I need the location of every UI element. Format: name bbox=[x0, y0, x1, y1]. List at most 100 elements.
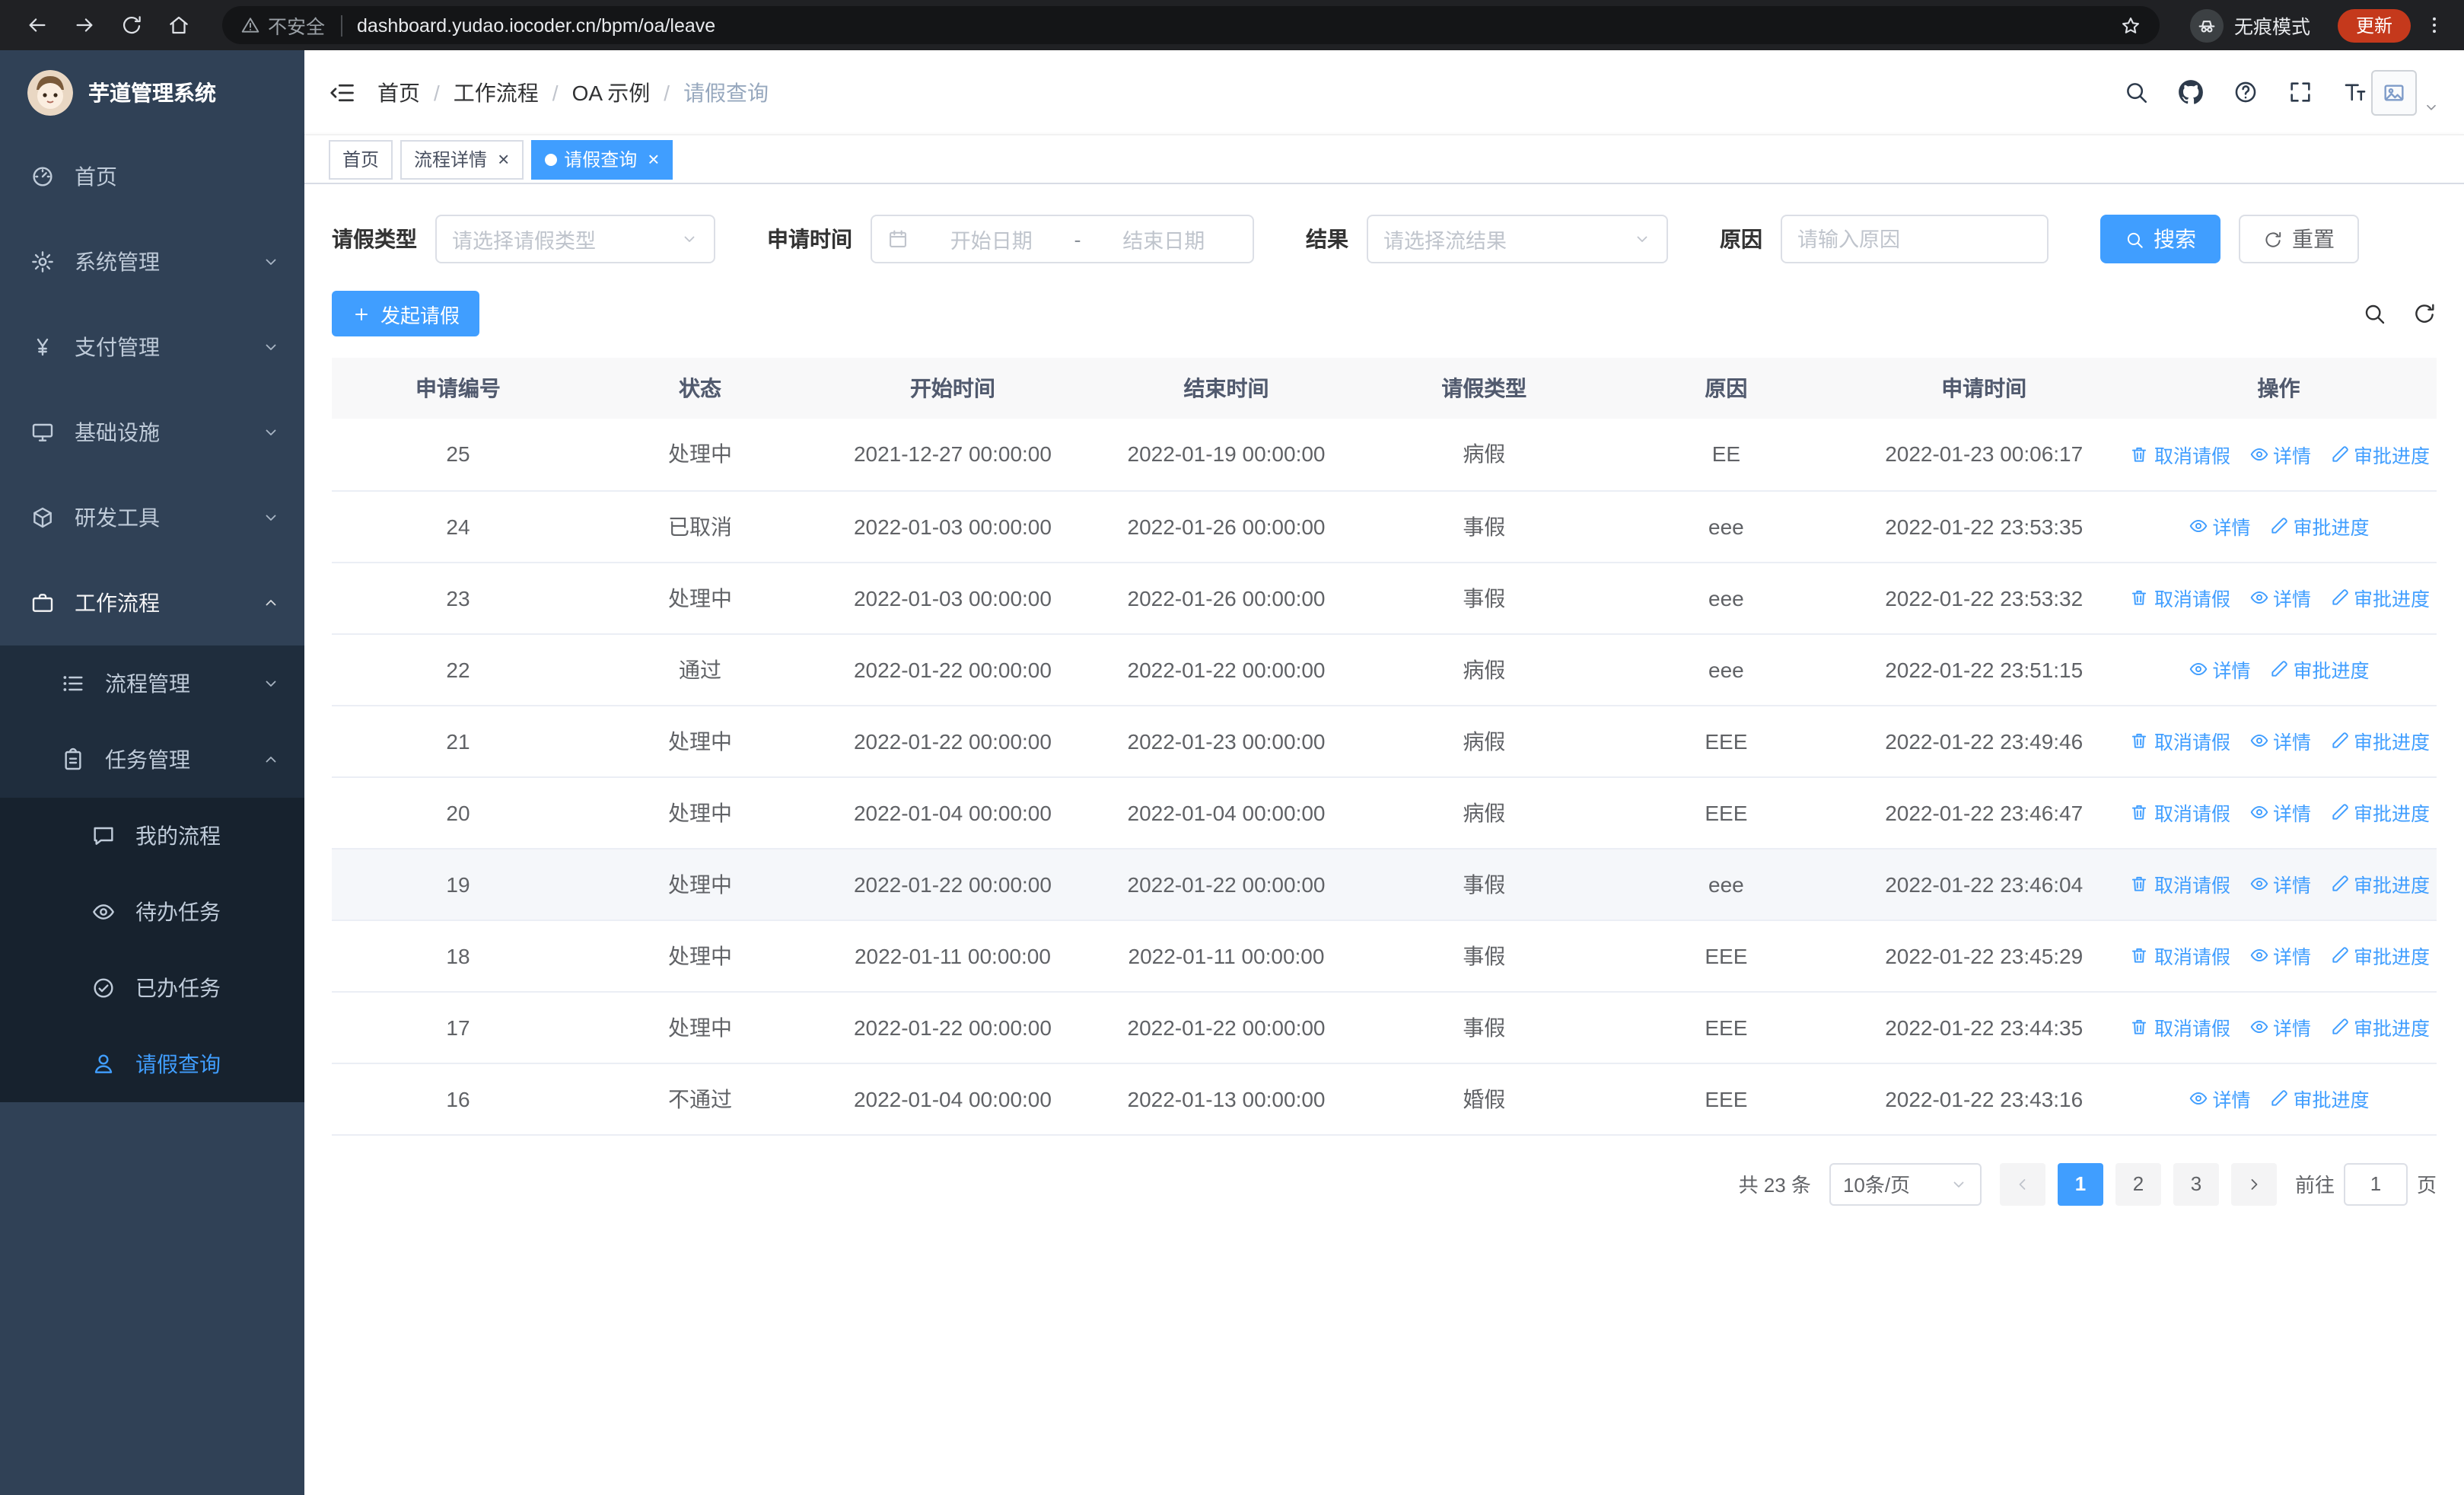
cell-status: 处理中 bbox=[584, 705, 817, 777]
breadcrumb-item[interactable]: 首页 bbox=[377, 77, 420, 107]
sidebar-item-payment[interactable]: 支付管理 bbox=[0, 304, 304, 390]
sidebar-item-devtools[interactable]: 研发工具 bbox=[0, 475, 304, 560]
app-logo[interactable]: 芋道管理系统 bbox=[0, 50, 304, 134]
cancel-action[interactable]: 取消请假 bbox=[2130, 869, 2230, 898]
table-refresh-button[interactable] bbox=[2412, 301, 2437, 326]
sidebar-item-my-process[interactable]: 我的流程 bbox=[0, 798, 304, 874]
cancel-action[interactable]: 取消请假 bbox=[2130, 798, 2230, 827]
tab-close-icon[interactable]: × bbox=[498, 149, 509, 169]
create-leave-button[interactable]: 发起请假 bbox=[332, 291, 480, 336]
cell-actions: 取消请假 详情 审批进度 bbox=[2120, 776, 2437, 849]
progress-action[interactable]: 审批进度 bbox=[2329, 941, 2430, 970]
cancel-action[interactable]: 取消请假 bbox=[2130, 440, 2230, 469]
page-size-value: 10条/页 bbox=[1842, 1174, 1911, 1197]
detail-action[interactable]: 详情 bbox=[2188, 1084, 2250, 1113]
user-avatar-menu[interactable] bbox=[2371, 69, 2440, 115]
security-status[interactable]: 不安全 bbox=[240, 11, 325, 40]
detail-action[interactable]: 详情 bbox=[2188, 655, 2250, 684]
browser-update-button[interactable]: 更新 bbox=[2337, 8, 2411, 42]
github-icon[interactable] bbox=[2178, 79, 2204, 105]
detail-action[interactable]: 详情 bbox=[2188, 512, 2250, 540]
apply-time-range-picker[interactable]: 开始日期 - 结束日期 bbox=[871, 215, 1254, 263]
question-icon[interactable] bbox=[2233, 79, 2259, 105]
reset-button-label: 重置 bbox=[2292, 227, 2335, 251]
cancel-action[interactable]: 取消请假 bbox=[2130, 1012, 2230, 1041]
screen: 不安全 dashboard.yudao.iocoder.cn/bpm/oa/le… bbox=[0, 0, 2464, 1495]
progress-action[interactable]: 审批进度 bbox=[2268, 655, 2370, 684]
fullscreen-icon[interactable] bbox=[2287, 79, 2313, 105]
gear-icon bbox=[30, 250, 55, 274]
page-number-3[interactable]: 3 bbox=[2173, 1162, 2219, 1205]
refresh-icon bbox=[2263, 229, 2283, 249]
detail-action[interactable]: 详情 bbox=[2249, 798, 2311, 827]
sidebar-item-workflow[interactable]: 工作流程 bbox=[0, 560, 304, 645]
tab-home[interactable]: 首页 bbox=[329, 139, 393, 179]
detail-action[interactable]: 详情 bbox=[2249, 869, 2311, 898]
bookmark-star-icon[interactable] bbox=[2120, 14, 2141, 36]
detail-action[interactable]: 详情 bbox=[2249, 726, 2311, 755]
search-icon[interactable] bbox=[2123, 79, 2149, 105]
cell-apply_time: 2022-01-22 23:53:35 bbox=[1847, 490, 2121, 563]
progress-action[interactable]: 审批进度 bbox=[2329, 583, 2430, 612]
sidebar-item-label: 研发工具 bbox=[75, 505, 160, 530]
tab-close-icon[interactable]: × bbox=[648, 149, 659, 169]
font-size-icon[interactable] bbox=[2342, 79, 2368, 105]
sidebar-item-todo-task[interactable]: 待办任务 bbox=[0, 874, 304, 950]
table-search-button[interactable] bbox=[2362, 301, 2386, 326]
result-select[interactable]: 请选择流结果 bbox=[1367, 215, 1668, 263]
page-size-select[interactable]: 10条/页 bbox=[1829, 1162, 1982, 1205]
cell-status: 处理中 bbox=[584, 920, 817, 992]
progress-action[interactable]: 审批进度 bbox=[2329, 798, 2430, 827]
cancel-action[interactable]: 取消请假 bbox=[2130, 583, 2230, 612]
cell-apply_time: 2022-01-22 23:46:04 bbox=[1847, 848, 2121, 920]
tab-leave-query[interactable]: 请假查询 × bbox=[530, 139, 673, 179]
browser-home-button[interactable] bbox=[160, 7, 196, 43]
reset-button[interactable]: 重置 bbox=[2239, 215, 2359, 263]
progress-action[interactable]: 审批进度 bbox=[2268, 1084, 2370, 1113]
tab-label: 请假查询 bbox=[564, 149, 638, 171]
detail-action[interactable]: 详情 bbox=[2249, 1012, 2311, 1041]
page-number-1[interactable]: 1 bbox=[2057, 1162, 2103, 1205]
cancel-action[interactable]: 取消请假 bbox=[2130, 941, 2230, 970]
browser-back-button[interactable] bbox=[18, 7, 55, 43]
browser-menu-icon[interactable] bbox=[2423, 14, 2446, 37]
sidebar-item-done-task[interactable]: 已办任务 bbox=[0, 950, 304, 1026]
reason-input[interactable] bbox=[1797, 228, 2032, 250]
filter-reason: 原因 bbox=[1720, 215, 2049, 263]
sidebar-item-leave-query[interactable]: 请假查询 bbox=[0, 1026, 304, 1102]
detail-action[interactable]: 详情 bbox=[2249, 583, 2311, 612]
table-row: 20 处理中 2022-01-04 00:00:00 2022-01-04 00:00… bbox=[332, 776, 2437, 849]
progress-action[interactable]: 审批进度 bbox=[2268, 512, 2370, 540]
progress-action-label: 审批进度 bbox=[2354, 732, 2431, 754]
sidebar-item-label: 首页 bbox=[75, 164, 117, 189]
search-button[interactable]: 搜索 bbox=[2100, 215, 2220, 263]
progress-action[interactable]: 审批进度 bbox=[2329, 1012, 2430, 1041]
cancel-action[interactable]: 取消请假 bbox=[2130, 726, 2230, 755]
browser-chrome: 不安全 dashboard.yudao.iocoder.cn/bpm/oa/le… bbox=[0, 0, 2464, 50]
browser-reload-button[interactable] bbox=[113, 7, 149, 43]
tab-process-detail[interactable]: 流程详情 × bbox=[400, 139, 524, 179]
page-content: 请假类型 请选择请假类型 申请时间 开始日期 - 结束日期 结果 请选择流结果 … bbox=[304, 184, 2464, 1495]
sidebar-item-infra[interactable]: 基础设施 bbox=[0, 390, 304, 475]
sidebar-toggle-button[interactable] bbox=[329, 78, 356, 106]
prev-page-button[interactable] bbox=[1999, 1162, 2045, 1205]
leave-type-select[interactable]: 请选择请假类型 bbox=[435, 215, 715, 263]
sidebar-item-task-mgmt[interactable]: 任务管理 bbox=[0, 722, 304, 798]
column-header: 申请时间 bbox=[1847, 358, 2121, 419]
page-number-2[interactable]: 2 bbox=[2115, 1162, 2161, 1205]
detail-action[interactable]: 详情 bbox=[2249, 941, 2311, 970]
breadcrumb-item[interactable]: 工作流程 bbox=[454, 77, 539, 107]
cell-apply_time: 2022-01-22 23:43:16 bbox=[1847, 1063, 2121, 1135]
browser-forward-button[interactable] bbox=[65, 7, 102, 43]
next-page-button[interactable] bbox=[2230, 1162, 2277, 1205]
detail-action[interactable]: 详情 bbox=[2249, 440, 2311, 469]
progress-action[interactable]: 审批进度 bbox=[2329, 440, 2430, 469]
sidebar-item-process-mgmt[interactable]: 流程管理 bbox=[0, 645, 304, 722]
address-bar[interactable]: 不安全 dashboard.yudao.iocoder.cn/bpm/oa/le… bbox=[222, 6, 2160, 44]
sidebar-item-home[interactable]: 首页 bbox=[0, 134, 304, 219]
progress-action[interactable]: 审批进度 bbox=[2329, 869, 2430, 898]
sidebar-item-system[interactable]: 系统管理 bbox=[0, 219, 304, 304]
goto-page-input[interactable] bbox=[2343, 1162, 2408, 1205]
breadcrumb-item[interactable]: OA 示例 bbox=[572, 77, 651, 107]
progress-action[interactable]: 审批进度 bbox=[2329, 726, 2430, 755]
